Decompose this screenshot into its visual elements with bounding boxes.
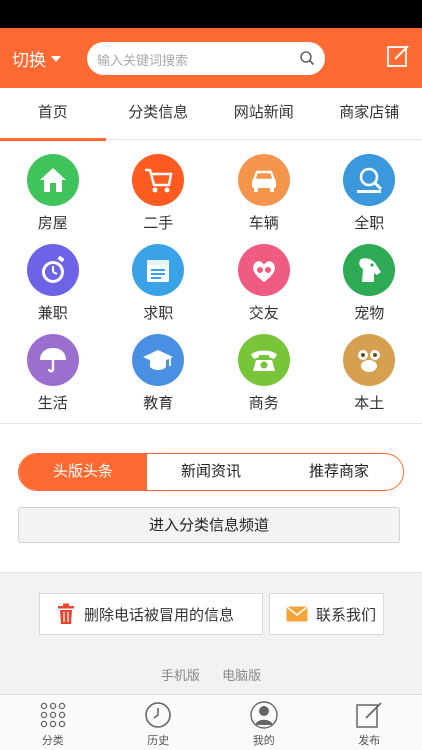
enter-classifieds-button[interactable]: 进入分类信息频道 [18,507,400,543]
caret-down-icon [51,55,61,62]
main-tabs: 首页 分类信息 网站新闻 商家店铺 [0,88,422,141]
category-label: 求职 [143,304,174,322]
umbrella-icon [26,334,79,386]
top-header: 切换 输入关键词搜索 [0,28,422,88]
news-segmented-control: 头版头条 新闻资讯 推荐商家 [18,453,404,491]
tab-home[interactable]: 首页 [0,88,106,141]
category-label: 生活 [37,394,68,412]
compose-icon[interactable] [386,44,410,68]
envelope-icon [286,606,308,622]
search-icon[interactable] [299,50,315,66]
contact-label: 联系我们 [316,605,377,624]
category-dating[interactable]: 交友 [211,238,317,326]
trash-icon [58,603,74,624]
grid-dots-icon [40,702,65,728]
nav-category[interactable]: 分类 [0,695,106,750]
bottom-nav: 分类 历史 我的 发布 [0,694,422,750]
category-grid: 房屋 二手 车辆 全职 兼职 求职 交友 宠物 生活 教育 商务 本土 [0,148,422,416]
divider [0,423,422,424]
tab-site-news[interactable]: 网站新闻 [211,88,317,139]
report-misused-phone-button[interactable]: 删除电话被冒用的信息 [39,593,263,635]
telephone-icon [237,334,290,386]
tab-classifieds[interactable]: 分类信息 [106,88,212,139]
category-pets[interactable]: 宠物 [317,238,422,326]
nav-label: 我的 [252,734,275,747]
category-fulltime[interactable]: 全职 [317,148,422,236]
category-local[interactable]: 本土 [317,328,422,416]
category-vehicle[interactable]: 车辆 [211,148,317,236]
version-links: 手机版 电脑版 [0,665,422,684]
segment-headlines[interactable]: 头版头条 [19,454,147,490]
segment-recommended-merchants[interactable]: 推荐商家 [275,454,403,490]
category-label: 宠物 [354,304,385,322]
category-label: 交友 [248,304,279,322]
nav-label: 发布 [358,734,381,747]
category-education[interactable]: 教育 [106,328,212,416]
report-label: 删除电话被冒用的信息 [84,605,235,624]
tab-merchant-stores[interactable]: 商家店铺 [317,88,422,139]
category-house[interactable]: 房屋 [0,148,106,236]
category-secondhand[interactable]: 二手 [106,148,212,236]
category-label: 全职 [354,214,385,232]
category-label: 商务 [248,394,279,412]
segment-news[interactable]: 新闻资讯 [147,454,275,490]
nav-publish[interactable]: 发布 [317,695,422,750]
mobile-version-link[interactable]: 手机版 [161,669,200,684]
category-label: 二手 [143,214,174,232]
nav-mine[interactable]: 我的 [211,695,317,750]
search-person-icon [343,154,396,206]
footer-area: 删除电话被冒用的信息 联系我们 手机版 电脑版 [0,572,422,694]
category-label: 兼职 [37,304,68,322]
clock-icon [145,702,172,728]
category-parttime[interactable]: 兼职 [0,238,106,326]
compose-icon [356,702,382,728]
calendar-icon [132,244,185,296]
category-business[interactable]: 商务 [211,328,317,416]
nav-label: 分类 [41,734,64,747]
dog-icon [343,244,396,296]
search-input[interactable]: 输入关键词搜索 [87,42,325,75]
category-label: 车辆 [248,214,279,232]
paw-icon [343,334,396,386]
category-jobseek[interactable]: 求职 [106,238,212,326]
nav-label: 历史 [147,734,170,747]
category-label: 房屋 [37,214,68,232]
user-icon [250,701,278,729]
nav-history[interactable]: 历史 [106,695,212,750]
category-label: 本土 [354,394,385,412]
graduation-cap-icon [132,334,185,386]
search-placeholder: 输入关键词搜索 [97,54,189,69]
stopwatch-icon [26,244,79,296]
car-icon [237,154,290,206]
city-switch-button[interactable]: 切换 [12,46,61,71]
desktop-version-link[interactable]: 电脑版 [222,669,261,684]
category-life[interactable]: 生活 [0,328,106,416]
hearts-icon [237,244,290,296]
category-label: 教育 [143,394,174,412]
contact-us-button[interactable]: 联系我们 [269,593,384,635]
status-bar [0,0,422,28]
house-icon [26,154,79,206]
city-switch-label: 切换 [12,51,46,71]
cart-icon [132,154,185,206]
